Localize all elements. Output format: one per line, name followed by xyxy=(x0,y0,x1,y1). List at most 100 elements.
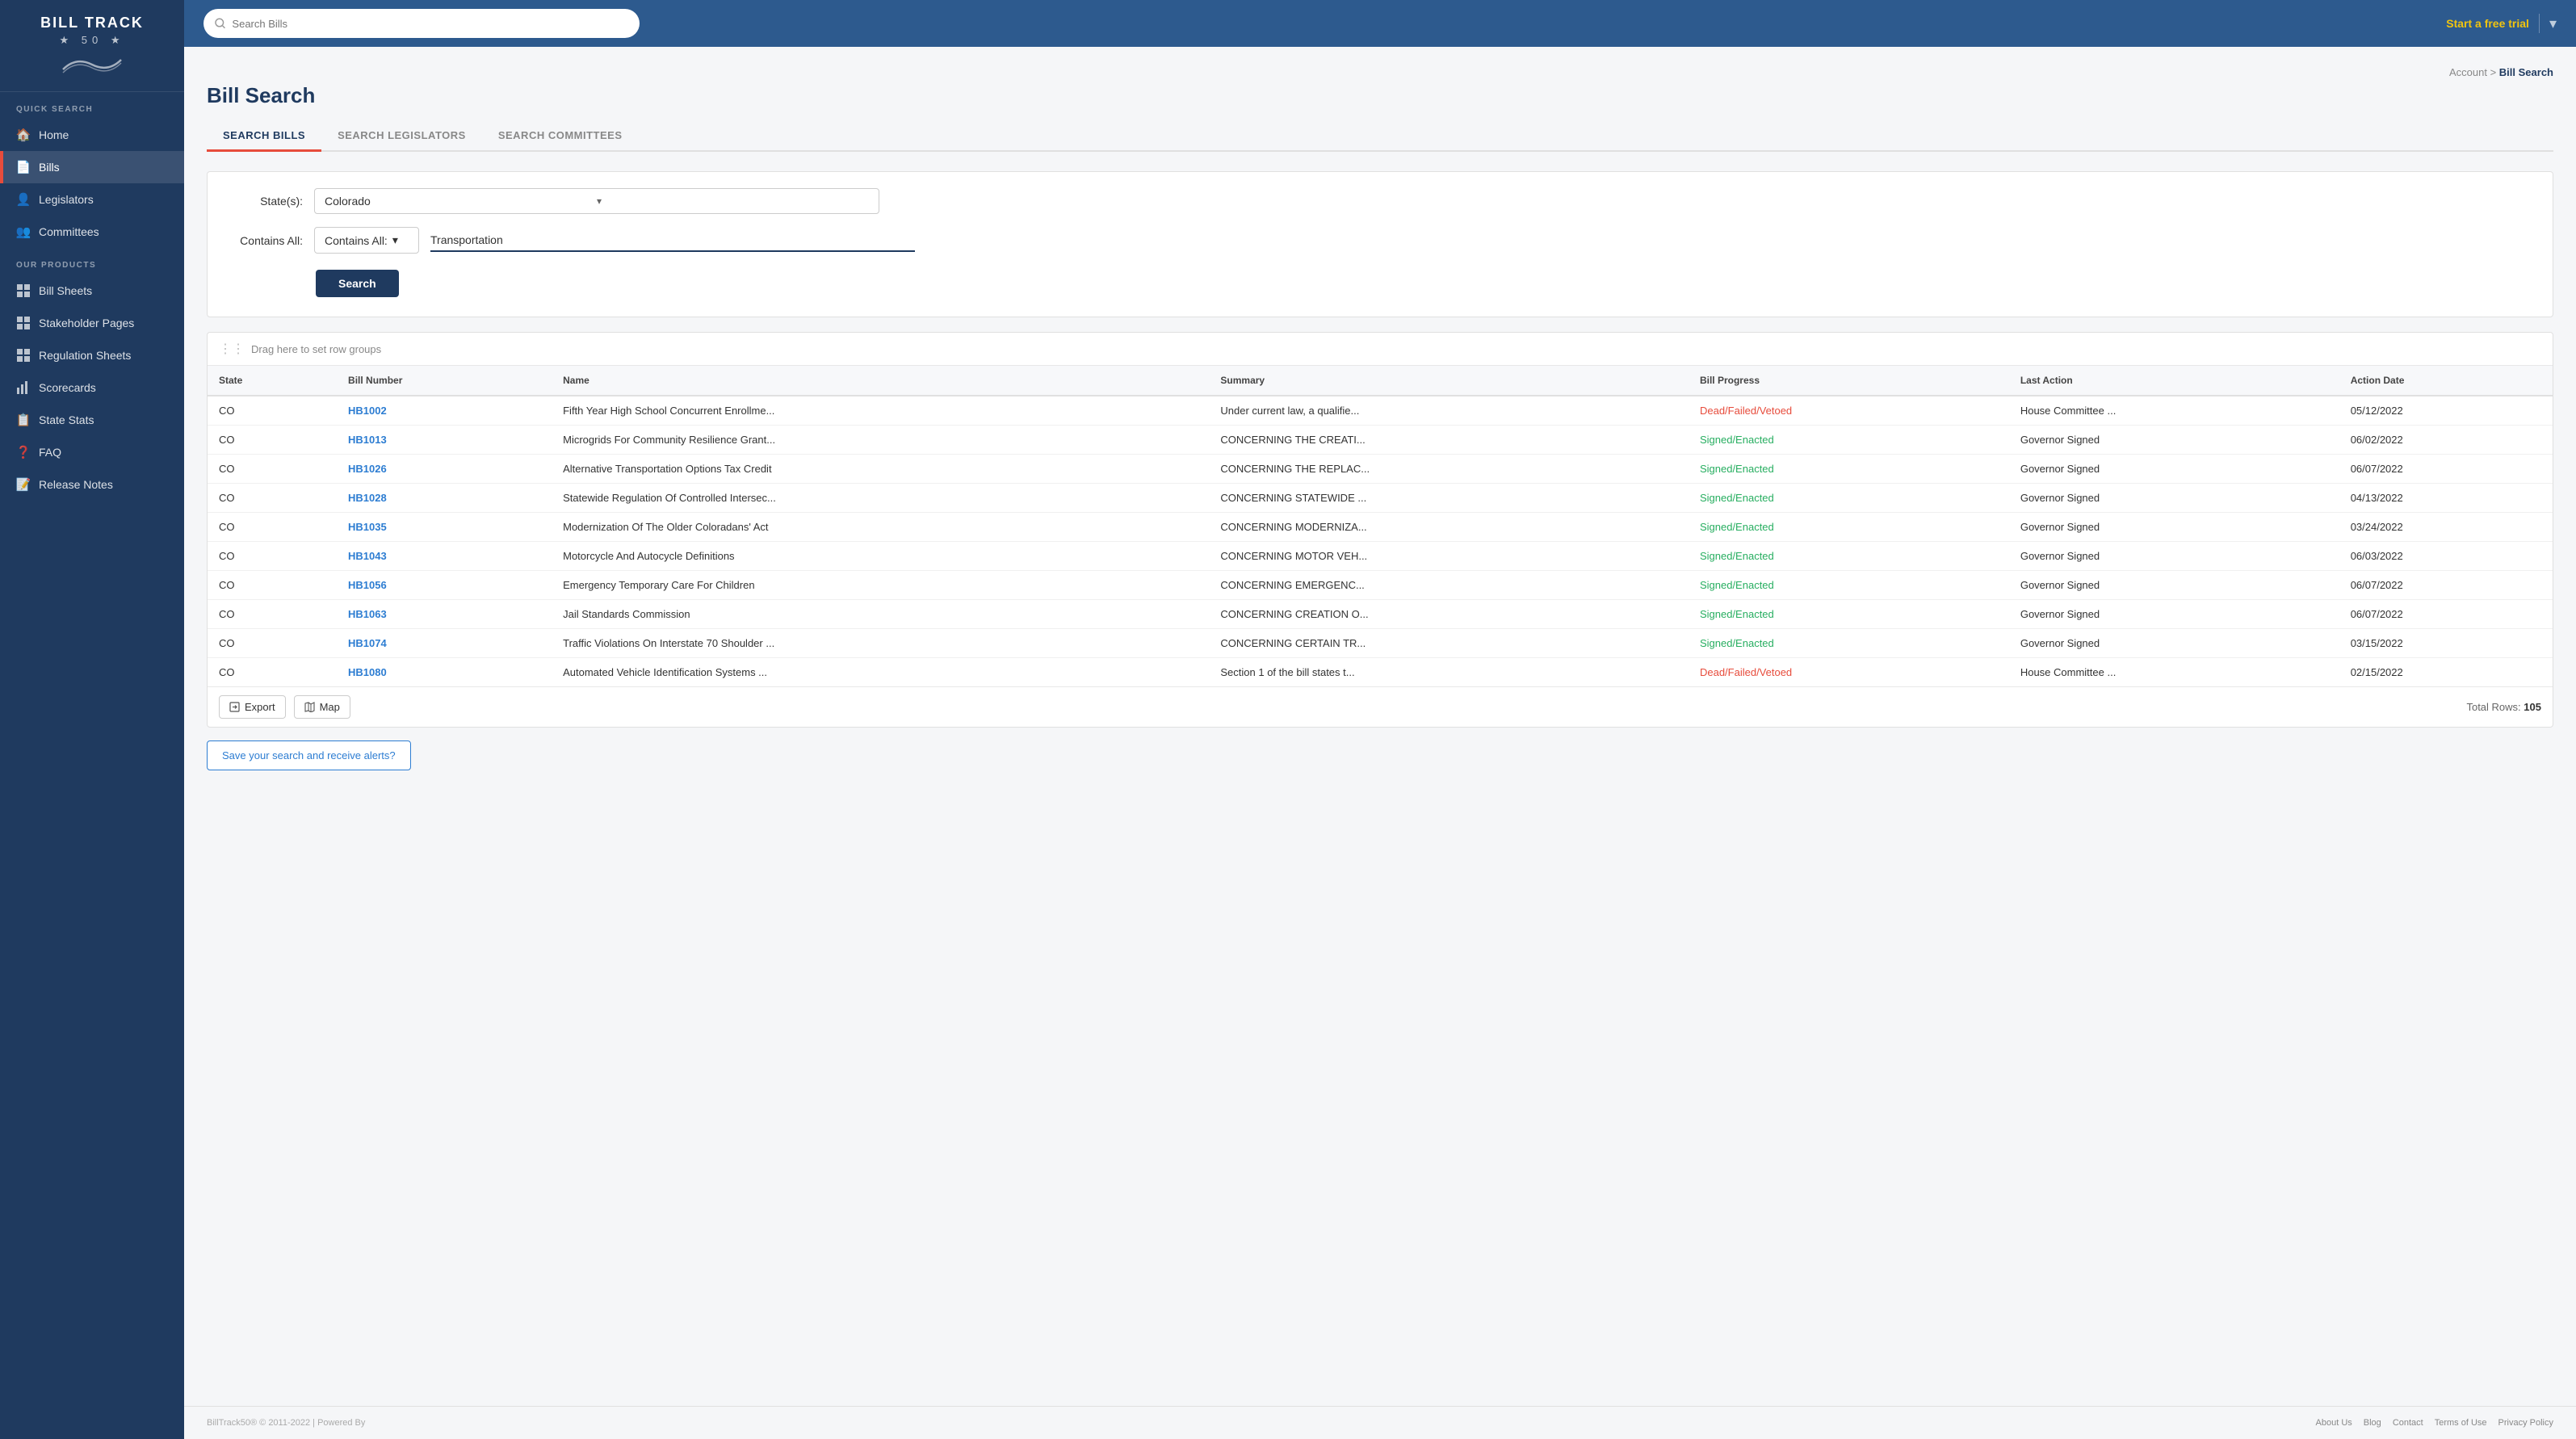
breadcrumb: Account > Bill Search xyxy=(207,66,2553,78)
tab-search-committees[interactable]: SEARCH COMMITTEES xyxy=(482,121,639,152)
table-header: State Bill Number Name Summary Bill Prog… xyxy=(208,366,2553,396)
sidebar-item-bill-sheets[interactable]: Bill Sheets xyxy=(0,275,184,307)
cell-name-1: Microgrids For Community Resilience Gran… xyxy=(552,426,1209,455)
footer-contact[interactable]: Contact xyxy=(2393,1418,2423,1428)
table-row: CO HB1080 Automated Vehicle Identificati… xyxy=(208,658,2553,687)
sidebar-item-regulation-sheets-label: Regulation Sheets xyxy=(39,349,131,362)
cell-last-action-1: Governor Signed xyxy=(2009,426,2339,455)
bill-link-3[interactable]: HB1028 xyxy=(348,492,387,504)
cell-action-date-5: 06/03/2022 xyxy=(2339,542,2553,571)
export-button[interactable]: Export xyxy=(219,695,286,719)
cell-summary-0: Under current law, a qualifie... xyxy=(1209,396,1689,426)
footer-blog[interactable]: Blog xyxy=(2364,1418,2381,1428)
cell-bill-number-3[interactable]: HB1028 xyxy=(337,484,552,513)
bill-link-0[interactable]: HB1002 xyxy=(348,405,387,417)
cell-summary-7: CONCERNING CREATION O... xyxy=(1209,600,1689,629)
breadcrumb-account[interactable]: Account xyxy=(2449,66,2487,78)
col-summary: Summary xyxy=(1209,366,1689,396)
cell-state-2: CO xyxy=(208,455,337,484)
state-select[interactable]: Colorado ▾ xyxy=(314,188,879,214)
col-bill-number: Bill Number xyxy=(337,366,552,396)
cell-state-5: CO xyxy=(208,542,337,571)
cell-summary-6: CONCERNING EMERGENC... xyxy=(1209,571,1689,600)
cell-action-date-7: 06/07/2022 xyxy=(2339,600,2553,629)
content-area: Account > Bill Search Bill Search SEARCH… xyxy=(184,47,2576,1406)
cell-progress-8: Signed/Enacted xyxy=(1689,629,2009,658)
tab-search-legislators[interactable]: SEARCH LEGISLATORS xyxy=(321,121,482,152)
cell-bill-number-6[interactable]: HB1056 xyxy=(337,571,552,600)
sidebar-item-committees[interactable]: 👥 Committees xyxy=(0,216,184,248)
cell-bill-number-1[interactable]: HB1013 xyxy=(337,426,552,455)
breadcrumb-current: Bill Search xyxy=(2499,66,2553,78)
our-products-label: OUR PRODUCTS xyxy=(0,248,184,275)
logo-title: BILL TRACK xyxy=(16,15,168,32)
release-notes-icon: 📝 xyxy=(16,477,31,492)
tab-search-bills[interactable]: SEARCH BILLS xyxy=(207,121,321,152)
sidebar-item-release-notes[interactable]: 📝 Release Notes xyxy=(0,468,184,501)
footer-privacy[interactable]: Privacy Policy xyxy=(2498,1418,2553,1428)
global-search-box[interactable] xyxy=(203,9,640,38)
cell-state-9: CO xyxy=(208,658,337,687)
sidebar-item-stakeholder[interactable]: Stakeholder Pages xyxy=(0,307,184,339)
cell-action-date-3: 04/13/2022 xyxy=(2339,484,2553,513)
map-button[interactable]: Map xyxy=(294,695,350,719)
state-row: State(s): Colorado ▾ xyxy=(230,188,2530,214)
contains-input[interactable] xyxy=(430,229,915,252)
global-search-input[interactable] xyxy=(232,18,628,30)
table-row: CO HB1035 Modernization Of The Older Col… xyxy=(208,513,2553,542)
bill-link-9[interactable]: HB1080 xyxy=(348,666,387,678)
drag-hint-text: Drag here to set row groups xyxy=(251,343,381,355)
table-body: CO HB1002 Fifth Year High School Concurr… xyxy=(208,396,2553,686)
sidebar-item-faq[interactable]: ❓ FAQ xyxy=(0,436,184,468)
sidebar-item-regulation-sheets[interactable]: Regulation Sheets xyxy=(0,339,184,371)
bill-link-8[interactable]: HB1074 xyxy=(348,637,387,649)
table-row: CO HB1056 Emergency Temporary Care For C… xyxy=(208,571,2553,600)
faq-icon: ❓ xyxy=(16,445,31,459)
bill-link-1[interactable]: HB1013 xyxy=(348,434,387,446)
search-form: State(s): Colorado ▾ Contains All: Conta… xyxy=(207,171,2553,317)
committees-icon: 👥 xyxy=(16,224,31,239)
bill-link-6[interactable]: HB1056 xyxy=(348,579,387,591)
bill-link-2[interactable]: HB1026 xyxy=(348,463,387,475)
cell-bill-number-0[interactable]: HB1002 xyxy=(337,396,552,426)
cell-bill-number-4[interactable]: HB1035 xyxy=(337,513,552,542)
drag-icon: ⋮⋮ xyxy=(219,341,245,357)
cell-bill-number-2[interactable]: HB1026 xyxy=(337,455,552,484)
cell-progress-4: Signed/Enacted xyxy=(1689,513,2009,542)
bills-icon: 📄 xyxy=(16,160,31,174)
col-progress: Bill Progress xyxy=(1689,366,2009,396)
sidebar-item-state-stats-label: State Stats xyxy=(39,413,94,426)
cell-state-0: CO xyxy=(208,396,337,426)
sidebar-item-home[interactable]: 🏠 Home xyxy=(0,119,184,151)
bill-link-4[interactable]: HB1035 xyxy=(348,521,387,533)
free-trial-link[interactable]: Start a free trial xyxy=(2446,17,2529,30)
cell-progress-2: Signed/Enacted xyxy=(1689,455,2009,484)
cell-summary-8: CONCERNING CERTAIN TR... xyxy=(1209,629,1689,658)
sidebar-item-state-stats[interactable]: 📋 State Stats xyxy=(0,404,184,436)
save-alert-button[interactable]: Save your search and receive alerts? xyxy=(207,740,411,770)
page-footer: BillTrack50® © 2011-2022 | Powered By Ab… xyxy=(184,1406,2576,1439)
footer-about[interactable]: About Us xyxy=(2316,1418,2352,1428)
sidebar-item-legislators-label: Legislators xyxy=(39,193,94,206)
cell-progress-0: Dead/Failed/Vetoed xyxy=(1689,396,2009,426)
topbar-chevron-icon[interactable]: ▾ xyxy=(2549,15,2557,32)
cell-bill-number-7[interactable]: HB1063 xyxy=(337,600,552,629)
export-label: Export xyxy=(245,701,275,713)
footer-terms[interactable]: Terms of Use xyxy=(2435,1418,2487,1428)
cell-bill-number-9[interactable]: HB1080 xyxy=(337,658,552,687)
table-row: CO HB1043 Motorcycle And Autocycle Defin… xyxy=(208,542,2553,571)
cell-bill-number-8[interactable]: HB1074 xyxy=(337,629,552,658)
bill-link-7[interactable]: HB1063 xyxy=(348,608,387,620)
map-icon xyxy=(304,702,315,712)
state-stats-icon: 📋 xyxy=(16,413,31,427)
sidebar-item-bill-sheets-label: Bill Sheets xyxy=(39,284,92,297)
bill-link-5[interactable]: HB1043 xyxy=(348,550,387,562)
sidebar-item-bills[interactable]: 📄 Bills xyxy=(0,151,184,183)
stakeholder-icon xyxy=(16,316,31,330)
sidebar-item-scorecards[interactable]: Scorecards xyxy=(0,371,184,404)
contains-dropdown[interactable]: Contains All: ▾ xyxy=(314,227,419,254)
cell-bill-number-5[interactable]: HB1043 xyxy=(337,542,552,571)
cell-last-action-7: Governor Signed xyxy=(2009,600,2339,629)
search-button[interactable]: Search xyxy=(316,270,399,297)
sidebar-item-legislators[interactable]: 👤 Legislators xyxy=(0,183,184,216)
